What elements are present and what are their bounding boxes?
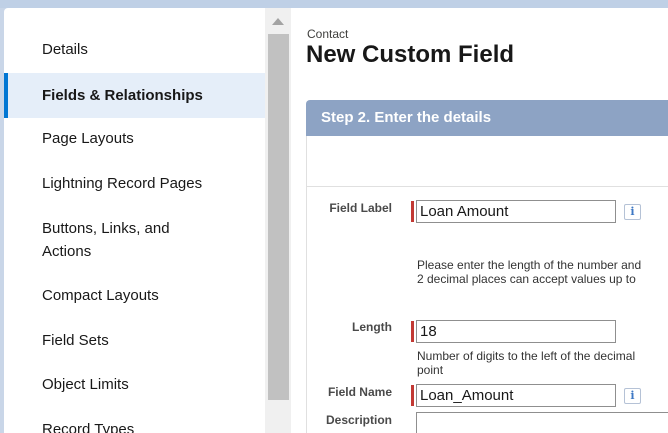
sidebar-item-fields-relationships[interactable]: Fields & Relationships	[4, 73, 265, 118]
scrollbar-thumb[interactable]	[268, 34, 289, 400]
length-label: Length	[352, 320, 392, 334]
sidebar-item-label-line2: Actions	[42, 243, 92, 260]
sidebar-item-label: Compact Layouts	[42, 287, 159, 304]
description-label: Description	[325, 413, 392, 427]
required-indicator	[411, 201, 414, 222]
sidebar-item-details[interactable]: Details	[4, 38, 265, 61]
scroll-up-arrow-icon[interactable]	[272, 18, 284, 25]
sidebar-item-label: Object Limits	[42, 376, 129, 393]
length-hint-line1: Number of digits to the left of the deci…	[417, 349, 636, 363]
sidebar-item-field-sets[interactable]: Field Sets	[4, 329, 265, 352]
step-header: Step 2. Enter the details	[306, 100, 668, 136]
length-help-text-line1: Please enter the length of the number an…	[417, 258, 642, 272]
main-content: Contact New Custom Field Step 2. Enter t…	[291, 8, 668, 433]
info-icon[interactable]: i	[624, 388, 641, 404]
sidebar-item-buttons-links-actions[interactable]: Buttons, Links, and Actions	[4, 217, 265, 263]
sidebar-item-label: Fields & Relationships	[42, 87, 203, 104]
field-name-input[interactable]	[416, 384, 616, 407]
sidebar-item-lightning-record-pages[interactable]: Lightning Record Pages	[4, 172, 265, 195]
sidebar-item-record-types[interactable]: Record Types	[4, 418, 265, 433]
sidebar-item-compact-layouts[interactable]: Compact Layouts	[4, 284, 265, 307]
breadcrumb: Contact	[307, 27, 349, 41]
sidebar-item-label: Page Layouts	[42, 130, 134, 147]
sidebar-item-label: Record Types	[42, 421, 135, 433]
field-label-label: Field Label	[329, 201, 392, 215]
required-indicator	[411, 321, 414, 342]
object-manager-sidebar: Details Fields & Relationships Page Layo…	[4, 8, 265, 433]
app-background-strip	[0, 0, 668, 8]
description-textarea[interactable]	[416, 412, 668, 433]
field-label-input[interactable]	[416, 200, 616, 223]
length-hint-line2: point	[417, 363, 444, 377]
info-icon[interactable]: i	[624, 204, 641, 220]
sidebar-item-page-layouts[interactable]: Page Layouts	[4, 127, 265, 150]
sidebar-item-object-limits[interactable]: Object Limits	[4, 373, 265, 396]
sidebar-item-label: Details	[42, 41, 88, 58]
sidebar-item-label: Lightning Record Pages	[42, 175, 203, 192]
sidebar-item-label: Buttons, Links, and	[42, 220, 170, 237]
required-indicator	[411, 385, 414, 406]
sidebar-item-label: Field Sets	[42, 332, 109, 349]
field-name-label: Field Name	[327, 385, 392, 399]
length-help-text-line2: 2 decimal places can accept values up to	[417, 272, 636, 286]
page-title: New Custom Field	[306, 41, 515, 68]
sidebar-scrollbar[interactable]	[265, 8, 291, 433]
length-input[interactable]	[416, 320, 616, 343]
section-divider	[307, 186, 668, 187]
